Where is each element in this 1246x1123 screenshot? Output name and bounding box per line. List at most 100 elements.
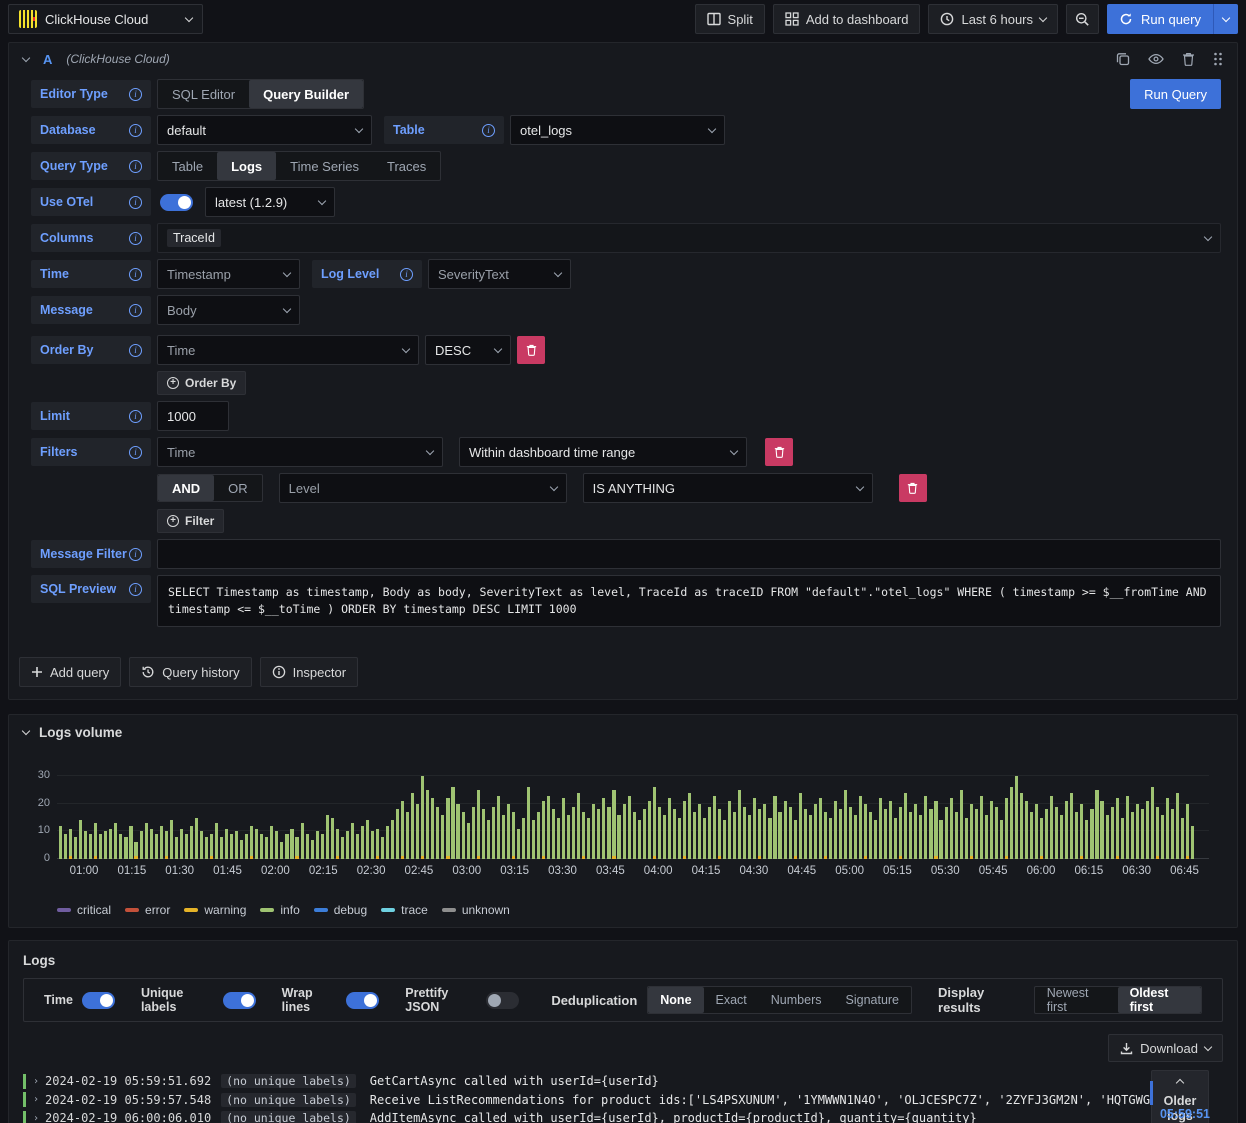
columns-multiselect[interactable]: TraceId bbox=[157, 223, 1221, 253]
collapse-chevron-icon[interactable] bbox=[21, 53, 31, 62]
time-range-picker[interactable]: Last 6 hours bbox=[928, 4, 1059, 34]
legend-item-trace[interactable]: trace bbox=[381, 903, 428, 917]
add-filter-button[interactable]: + Filter bbox=[157, 509, 225, 533]
run-query-button[interactable]: Run query bbox=[1107, 4, 1213, 34]
zoom-out-button[interactable] bbox=[1066, 4, 1100, 34]
remove-condition-button[interactable] bbox=[898, 474, 927, 502]
legend-swatch bbox=[260, 908, 275, 912]
duplicate-query-icon[interactable] bbox=[1116, 52, 1130, 66]
display-option[interactable]: Newest first bbox=[1035, 987, 1118, 1013]
log-row[interactable]: › 2024-02-19 05:59:51.692 (no unique label… bbox=[23, 1072, 1223, 1091]
split-button[interactable]: Split bbox=[694, 4, 765, 34]
datasource-picker[interactable]: ClickHouse Cloud bbox=[8, 4, 203, 34]
info-icon[interactable]: i bbox=[129, 195, 142, 209]
order-by-direction-select[interactable]: DESC bbox=[425, 335, 511, 365]
wrap-lines-toggle[interactable] bbox=[346, 991, 380, 1009]
volume-bar bbox=[1085, 820, 1089, 859]
conjunction-option[interactable]: OR bbox=[214, 475, 262, 501]
database-select[interactable]: default bbox=[157, 115, 372, 145]
column-chip[interactable]: TraceId bbox=[167, 229, 221, 247]
info-icon[interactable]: i bbox=[129, 267, 142, 281]
time-column-select[interactable]: Timestamp bbox=[157, 259, 300, 289]
log-row[interactable]: › 2024-02-19 05:59:57.548 (no unique label… bbox=[23, 1091, 1223, 1110]
hide-query-eye-icon[interactable] bbox=[1148, 53, 1164, 65]
dedup-option[interactable]: None bbox=[648, 987, 704, 1013]
volume-bar bbox=[969, 803, 973, 859]
message-column-select[interactable]: Body bbox=[157, 295, 300, 325]
expand-row-chevron-icon[interactable]: › bbox=[33, 1094, 45, 1105]
otel-version-select[interactable]: latest (1.2.9) bbox=[205, 187, 335, 217]
run-query-split-button[interactable]: Run query bbox=[1107, 4, 1238, 34]
legend-item-info[interactable]: info bbox=[260, 903, 300, 917]
limit-input[interactable]: 1000 bbox=[157, 401, 229, 431]
query-type-option[interactable]: Traces bbox=[373, 152, 440, 180]
expand-row-chevron-icon[interactable]: › bbox=[33, 1076, 45, 1087]
editor-type-option[interactable]: Query Builder bbox=[249, 80, 364, 108]
scrollbar-indicator[interactable] bbox=[1149, 1081, 1153, 1105]
add-query-button[interactable]: Add query bbox=[19, 657, 122, 687]
remove-order-by-button[interactable] bbox=[517, 336, 545, 364]
info-icon[interactable]: i bbox=[129, 582, 142, 596]
info-icon[interactable]: i bbox=[400, 267, 413, 281]
drag-handle-icon[interactable] bbox=[1213, 52, 1223, 66]
info-icon[interactable]: i bbox=[129, 123, 142, 137]
run-query-inline-button[interactable]: Run Query bbox=[1130, 79, 1221, 109]
logs-volume-header[interactable]: Logs volume bbox=[9, 715, 1237, 742]
condition-field-select[interactable]: Level bbox=[278, 473, 567, 503]
info-icon[interactable]: i bbox=[129, 87, 142, 101]
unique-labels-toggle[interactable] bbox=[222, 991, 256, 1009]
filter-operator-select[interactable]: Within dashboard time range bbox=[459, 437, 747, 467]
dedup-option[interactable]: Numbers bbox=[759, 987, 834, 1013]
run-query-caret[interactable] bbox=[1213, 4, 1238, 34]
info-icon[interactable]: i bbox=[482, 123, 495, 137]
table-select[interactable]: otel_logs bbox=[510, 115, 725, 145]
display-option[interactable]: Oldest first bbox=[1117, 987, 1201, 1013]
order-by-field-select[interactable]: Time bbox=[157, 335, 419, 365]
legend-item-critical[interactable]: critical bbox=[57, 903, 111, 917]
message-filter-input[interactable] bbox=[157, 539, 1221, 569]
remove-query-trash-icon[interactable] bbox=[1182, 52, 1195, 66]
legend-item-error[interactable]: error bbox=[125, 903, 170, 917]
query-row-header[interactable]: A (ClickHouse Cloud) bbox=[9, 43, 1237, 75]
editor-type-option[interactable]: SQL Editor bbox=[158, 80, 249, 108]
info-icon[interactable]: i bbox=[129, 303, 142, 317]
legend-item-unknown[interactable]: unknown bbox=[441, 903, 510, 917]
legend-item-debug[interactable]: debug bbox=[313, 903, 367, 917]
y-axis-tick: 20 bbox=[37, 796, 50, 809]
volume-bar bbox=[823, 812, 827, 859]
query-type-option[interactable]: Logs bbox=[217, 152, 277, 180]
conjunction-option[interactable]: AND bbox=[158, 475, 215, 501]
query-history-button[interactable]: Query history bbox=[129, 657, 252, 687]
add-order-by-button[interactable]: + Order By bbox=[157, 371, 247, 395]
info-icon[interactable]: i bbox=[129, 231, 142, 245]
log-row[interactable]: › 2024-02-19 06:00:06.010 (no unique label… bbox=[23, 1109, 1223, 1123]
info-icon[interactable]: i bbox=[129, 159, 142, 173]
volume-bar bbox=[793, 820, 797, 859]
dedup-option[interactable]: Exact bbox=[704, 987, 759, 1013]
logs-volume-chart[interactable]: 0 10 20 30 01:00 01:15 01:30 01:45 02:00 02:15 02… bbox=[19, 768, 1209, 900]
info-icon[interactable]: i bbox=[129, 547, 142, 561]
query-type-option[interactable]: Table bbox=[158, 152, 217, 180]
log-level-select[interactable]: SeverityText bbox=[428, 259, 571, 289]
download-button[interactable]: Download bbox=[1108, 1034, 1223, 1062]
remove-filter-button[interactable] bbox=[765, 438, 793, 466]
info-icon[interactable]: i bbox=[129, 409, 142, 423]
info-icon[interactable]: i bbox=[129, 343, 142, 357]
legend-item-warning[interactable]: warning bbox=[184, 903, 246, 917]
filter-field-select[interactable]: Time bbox=[157, 437, 443, 467]
use-otel-toggle[interactable] bbox=[160, 193, 193, 211]
wrap-lines-toggle-label: Wrap lines bbox=[281, 986, 313, 1014]
add-to-dashboard-button[interactable]: Add to dashboard bbox=[772, 4, 921, 34]
info-icon[interactable]: i bbox=[129, 445, 142, 459]
expand-row-chevron-icon[interactable]: › bbox=[33, 1113, 45, 1123]
query-type-option[interactable]: Time Series bbox=[276, 152, 373, 180]
dedup-option[interactable]: Signature bbox=[834, 987, 912, 1013]
condition-operator-select[interactable]: IS ANYTHING bbox=[582, 473, 873, 503]
volume-bar bbox=[753, 798, 757, 859]
volume-bar bbox=[370, 831, 375, 859]
prettify-json-toggle[interactable] bbox=[486, 991, 520, 1009]
time-toggle[interactable] bbox=[81, 991, 115, 1009]
volume-bar bbox=[406, 812, 410, 859]
volume-bar bbox=[567, 814, 571, 859]
inspector-button[interactable]: Inspector bbox=[259, 657, 359, 687]
